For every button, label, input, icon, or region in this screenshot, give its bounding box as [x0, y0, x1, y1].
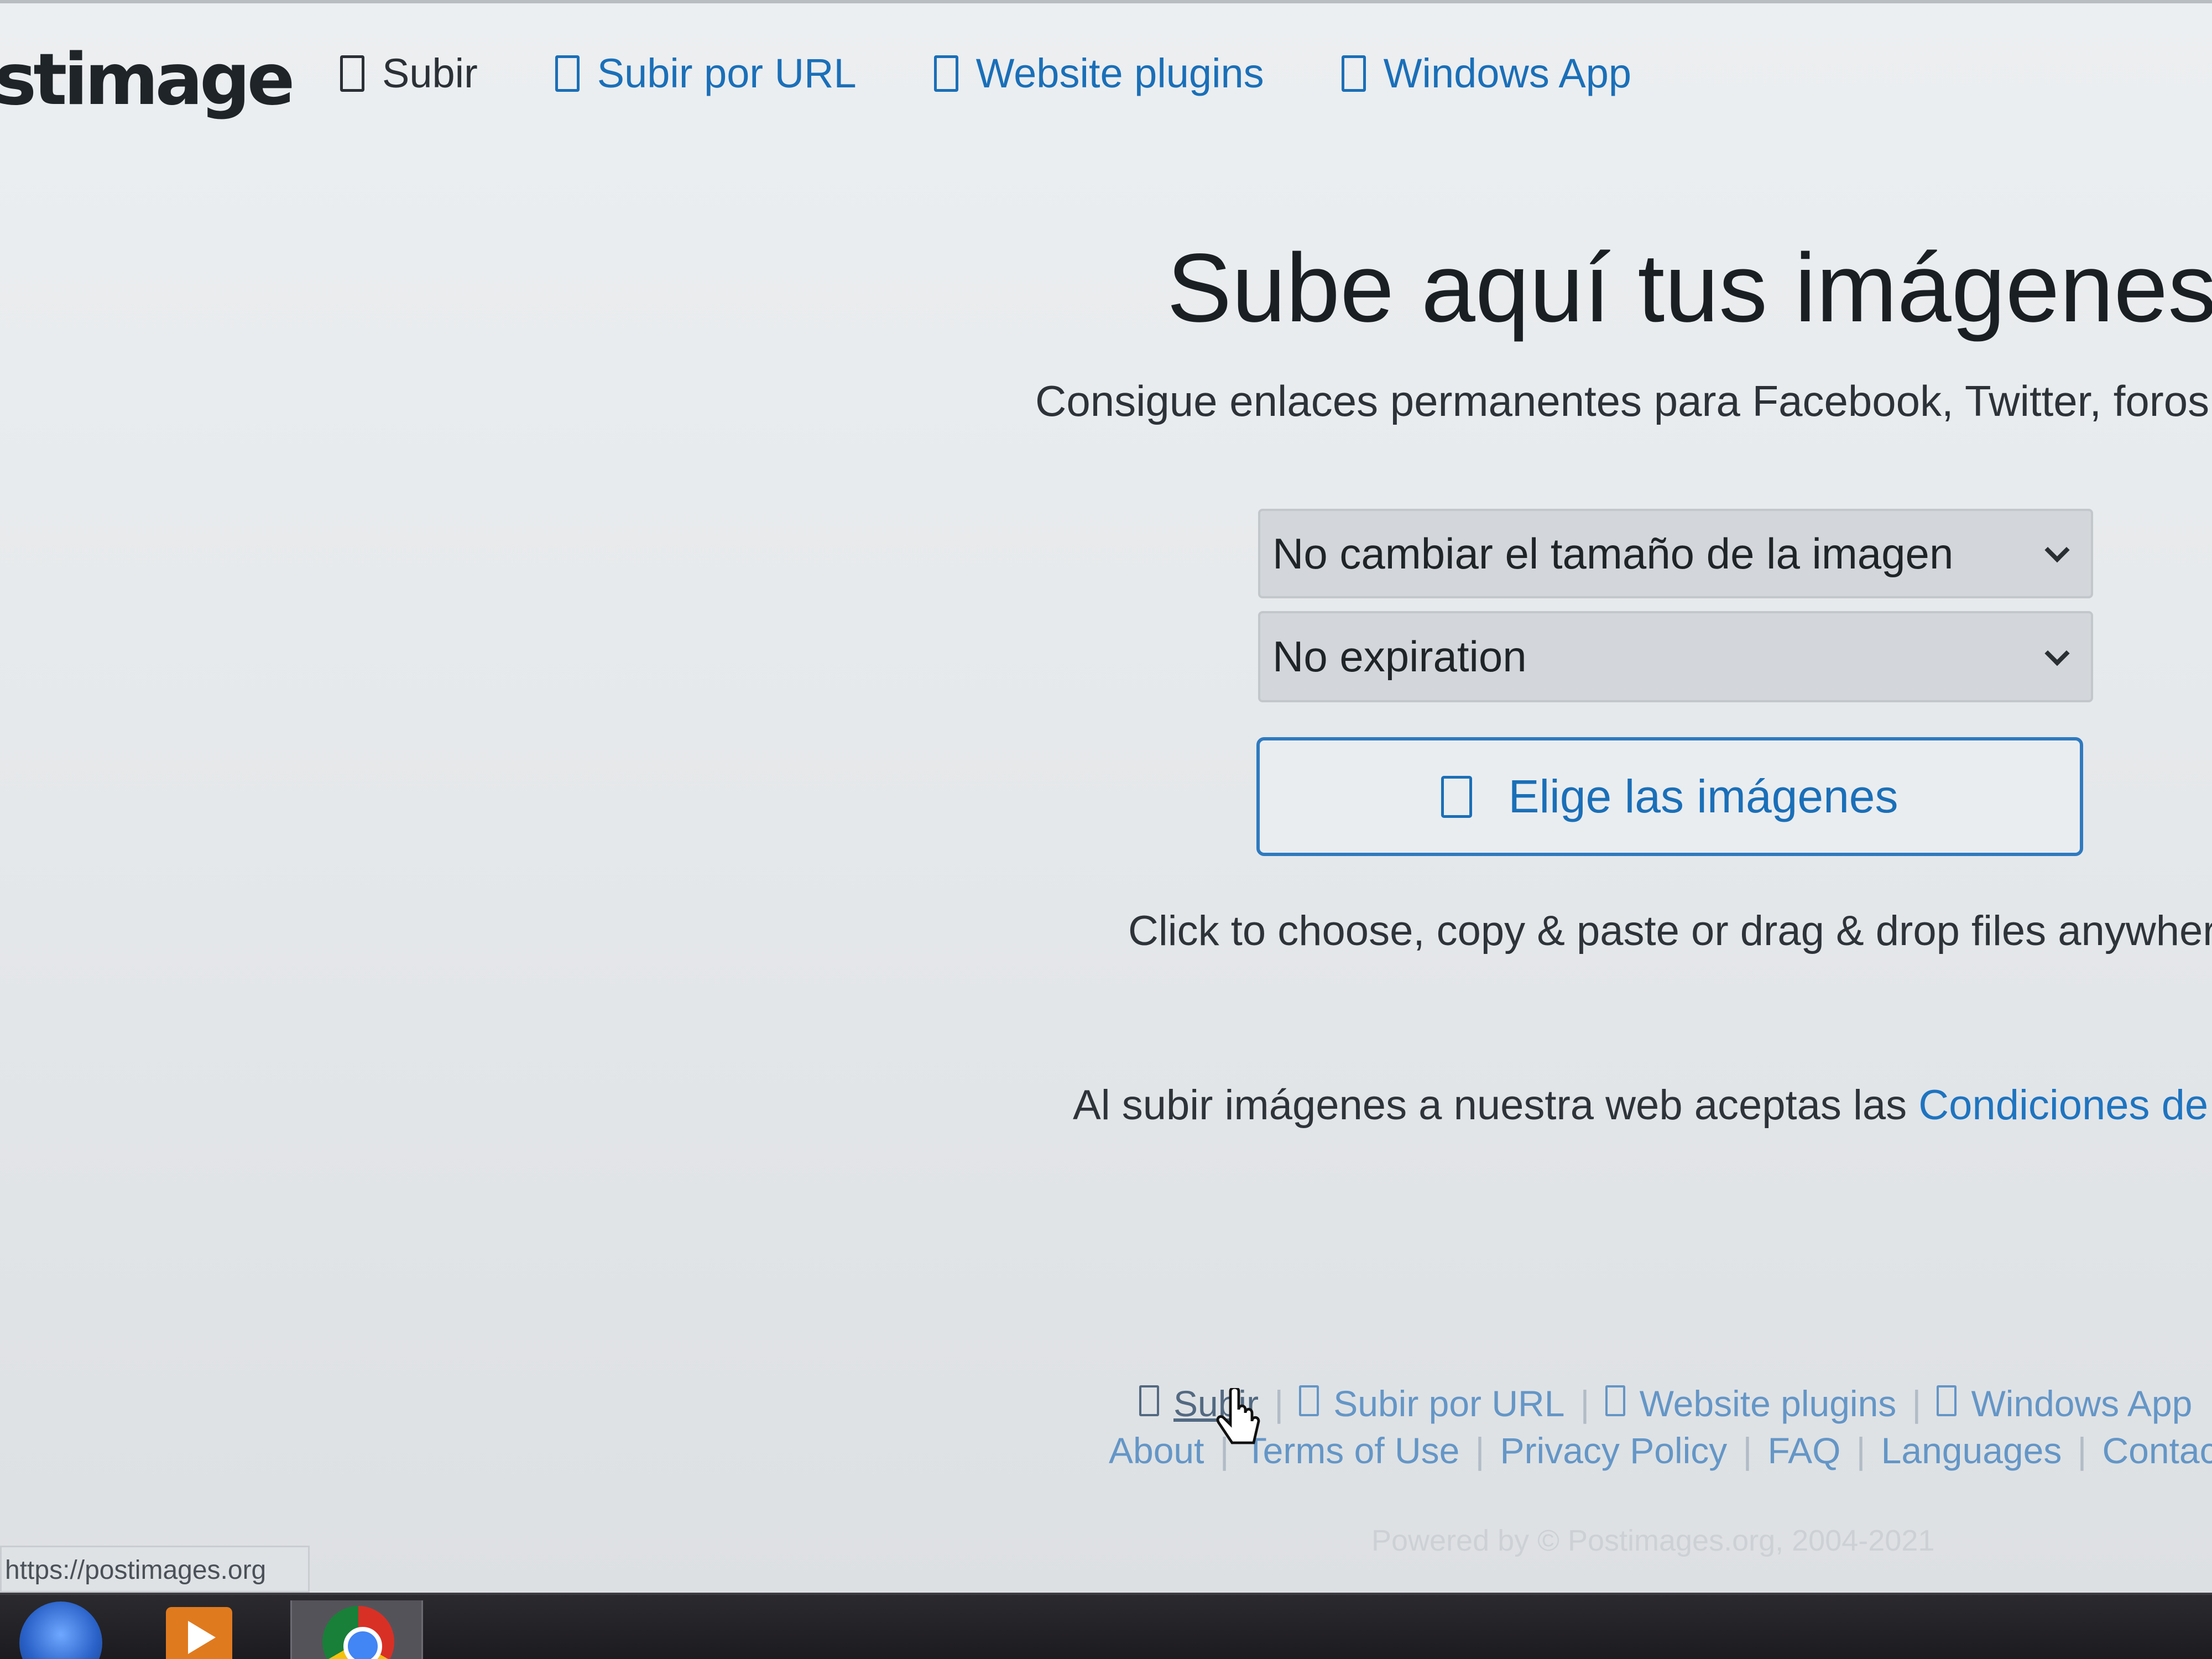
resize-select-value: No cambiar el tamaño de la imagen: [1272, 529, 1954, 578]
windows-icon: [1341, 55, 1366, 92]
top-nav: Subir Subir por URL Website plugins Wind…: [340, 50, 1709, 97]
terms-link[interactable]: Condiciones de us: [1918, 1082, 2212, 1129]
footer-terms[interactable]: Terms of Use: [1245, 1430, 1460, 1472]
chrome-taskbar-button[interactable]: [290, 1600, 423, 1659]
footer-windows-app[interactable]: Windows App: [1937, 1383, 2192, 1425]
separator: |: [1580, 1383, 1590, 1424]
media-player-icon[interactable]: [166, 1607, 232, 1659]
footer-website-plugins[interactable]: Website plugins: [1605, 1383, 1897, 1425]
powered-by: Powered by © Postimages.org, 2004-2021: [1371, 1524, 1935, 1557]
choose-images-label: Elige las imágenes: [1508, 770, 1898, 822]
separator: |: [1856, 1430, 1866, 1471]
resize-select[interactable]: No cambiar el tamaño de la imagen: [1258, 509, 2093, 598]
nav-subir-por-url-label: Subir por URL: [597, 50, 857, 96]
windows-start-icon[interactable]: [19, 1601, 102, 1659]
footer-languages[interactable]: Languages: [1881, 1430, 2062, 1472]
upload-icon: [1139, 1385, 1159, 1416]
separator: |: [1743, 1430, 1752, 1471]
choose-images-button[interactable]: Elige las imágenes: [1256, 737, 2083, 856]
upload-icon: [340, 55, 364, 92]
footer-links: About | Terms of Use | Privacy Policy | …: [1109, 1430, 2212, 1472]
upload-hint: Click to choose, copy & paste or drag & …: [1128, 907, 2212, 954]
footer-contact[interactable]: Contact us: [2102, 1430, 2212, 1472]
separator: |: [2077, 1430, 2087, 1471]
status-bar-url: https://postimages.org: [0, 1546, 310, 1593]
windows-icon: [1937, 1385, 1957, 1416]
footer-faq[interactable]: FAQ: [1767, 1430, 1840, 1472]
footer-windows-app-label: Windows App: [1971, 1383, 2193, 1424]
link-icon: [1299, 1385, 1319, 1416]
nav-subir-label: Subir: [382, 50, 478, 96]
footer-nav: Subir | Subir por URL | Website plugins …: [1139, 1383, 2192, 1425]
separator: |: [1475, 1430, 1485, 1471]
terms-notice: Al subir imágenes a nuestra web aceptas …: [1073, 1081, 2212, 1129]
browser-page: stimage Subir Subir por URL Website plug…: [0, 0, 2212, 1598]
separator: |: [1912, 1383, 1922, 1424]
taskbar: [0, 1593, 2212, 1659]
chrome-icon: [322, 1606, 394, 1659]
chevron-down-icon: [2044, 537, 2070, 563]
chevron-down-icon: [2044, 640, 2070, 666]
separator: |: [1274, 1383, 1284, 1424]
footer-about[interactable]: About: [1109, 1430, 1204, 1472]
nav-subir[interactable]: Subir: [340, 50, 478, 97]
nav-windows-app[interactable]: Windows App: [1341, 50, 1632, 97]
footer-privacy[interactable]: Privacy Policy: [1500, 1430, 1728, 1472]
footer-subir-por-url-label: Subir por URL: [1333, 1383, 1565, 1424]
expiration-select-value: No expiration: [1272, 632, 1527, 681]
footer-website-plugins-label: Website plugins: [1639, 1383, 1897, 1424]
brand-logo[interactable]: stimage: [0, 39, 295, 121]
plugin-icon: [933, 55, 958, 92]
top-border: [0, 0, 2212, 3]
nav-subir-por-url[interactable]: Subir por URL: [555, 50, 857, 97]
plugin-icon: [1605, 1385, 1625, 1416]
image-icon: [1441, 775, 1473, 818]
link-icon: [555, 55, 580, 92]
page-subtitle: Consigue enlaces permanentes para Facebo…: [1035, 377, 2212, 425]
nav-website-plugins-label: Website plugins: [975, 50, 1264, 96]
nav-windows-app-label: Windows App: [1383, 50, 1632, 96]
hand-cursor-icon: [1216, 1388, 1260, 1444]
page-title: Sube aquí tus imágenes: [1167, 234, 2212, 342]
expiration-select[interactable]: No expiration: [1258, 611, 2093, 702]
nav-website-plugins[interactable]: Website plugins: [933, 50, 1264, 97]
footer-subir-por-url[interactable]: Subir por URL: [1299, 1383, 1564, 1425]
terms-prefix: Al subir imágenes a nuestra web aceptas …: [1073, 1082, 1919, 1129]
